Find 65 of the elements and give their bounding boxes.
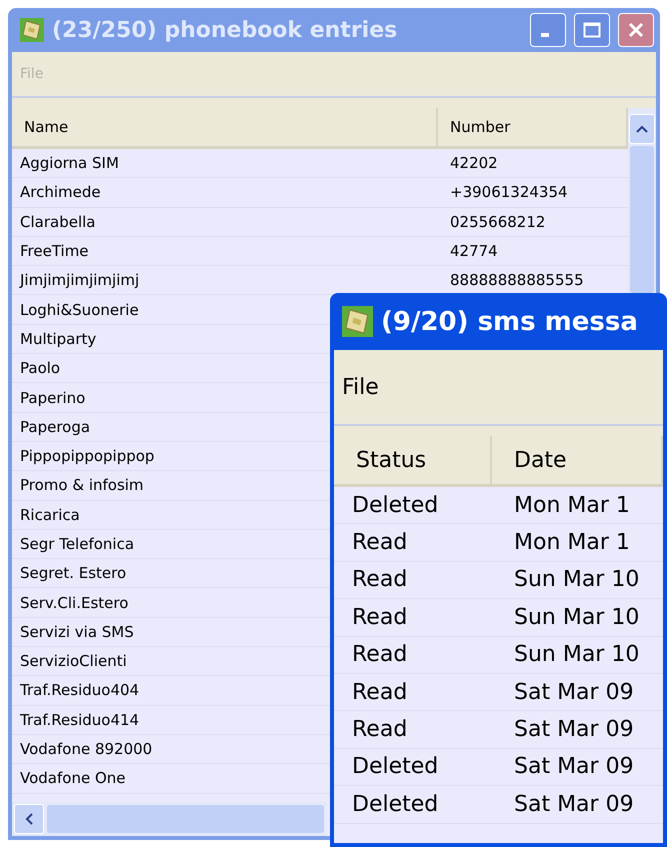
table-cell: Deleted	[352, 754, 438, 780]
window-title: (9/20) sms messa	[381, 306, 639, 336]
table-cell: Vodafone 892000	[20, 740, 152, 758]
table-cell: Vodafone One	[20, 769, 126, 788]
table-cell: Read	[352, 717, 408, 742]
maximize-button[interactable]	[574, 13, 610, 47]
table-cell: Segret. Estero	[20, 564, 126, 582]
horizontal-scrollbar[interactable]	[12, 802, 326, 836]
maximize-icon	[583, 22, 601, 38]
sim-card-icon	[20, 18, 44, 42]
table-cell: Clarabella	[20, 212, 96, 231]
table-cell: Segr Telefonica	[20, 535, 134, 553]
table-cell: Read	[352, 567, 408, 592]
column-header[interactable]: Date	[492, 436, 663, 484]
table-cell: Read	[352, 642, 408, 668]
table-cell: Sun Mar 10	[514, 604, 640, 630]
table-cell: Read	[352, 604, 408, 630]
table-cell: Multiparty	[20, 330, 96, 348]
table-cell: Paperino	[20, 388, 86, 407]
caret-up-icon	[636, 125, 648, 133]
table-cell: Sun Mar 10	[514, 642, 640, 668]
table-cell: Sat Mar 09	[514, 717, 634, 742]
table-cell: Deleted	[352, 492, 438, 518]
column-header[interactable]: Status	[334, 436, 492, 484]
scroll-up-button[interactable]	[629, 114, 655, 144]
table-cell: Promo & infosim	[20, 476, 144, 494]
table-cell: Servizi via SMS	[20, 622, 134, 641]
table-cell: ServizioClienti	[20, 652, 127, 670]
table-cell: Read	[352, 530, 408, 556]
column-header[interactable]: Name	[12, 108, 438, 146]
table-cell: Ricarica	[20, 506, 80, 524]
table-cell: Sun Mar 10	[514, 567, 640, 592]
scroll-left-button[interactable]	[14, 804, 44, 834]
table-cell: +39061324354	[450, 183, 568, 202]
table-cell: Paolo	[20, 359, 60, 378]
table-cell: Pippopippopippop	[20, 447, 154, 466]
table-cell: Read	[352, 680, 408, 705]
table-cell: Traf.Residuo414	[20, 710, 140, 729]
minimize-button[interactable]	[530, 13, 566, 47]
table-cell: Paperoga	[20, 418, 90, 436]
vertical-scrollbar[interactable]	[628, 108, 656, 293]
table-cell: Aggiorna SIM	[20, 154, 119, 172]
table-cell: Loghi&Suonerie	[20, 300, 139, 319]
table-cell: Deleted	[352, 792, 438, 817]
close-icon	[627, 21, 645, 39]
table-cell: 88888888885555	[450, 271, 584, 290]
table-cell: Traf.Residuo404	[20, 681, 140, 700]
close-button[interactable]	[618, 13, 654, 47]
minimize-icon	[541, 33, 549, 37]
table-cell: 42202	[450, 154, 498, 172]
table-cell: FreeTime	[20, 242, 89, 260]
table-cell: Sat Mar 09	[514, 754, 634, 780]
table-cell: 42774	[450, 242, 498, 260]
window-title: (23/250) phonebook entries	[52, 18, 398, 42]
caret-left-icon	[25, 813, 33, 825]
table-cell: Archimede	[20, 183, 101, 202]
menu-item[interactable]: File	[342, 374, 379, 400]
table-cell: Sat Mar 09	[514, 792, 634, 817]
table-cell: Jimjimjimjimjimj	[20, 271, 140, 290]
table-cell: Mon Mar 1	[514, 492, 630, 518]
table-cell: Serv.Cli.Estero	[20, 594, 128, 612]
table-cell: Mon Mar 1	[514, 530, 630, 556]
table-cell: 0255668212	[450, 212, 546, 231]
sim-card-icon	[342, 306, 373, 337]
table-cell: Sat Mar 09	[514, 680, 634, 705]
